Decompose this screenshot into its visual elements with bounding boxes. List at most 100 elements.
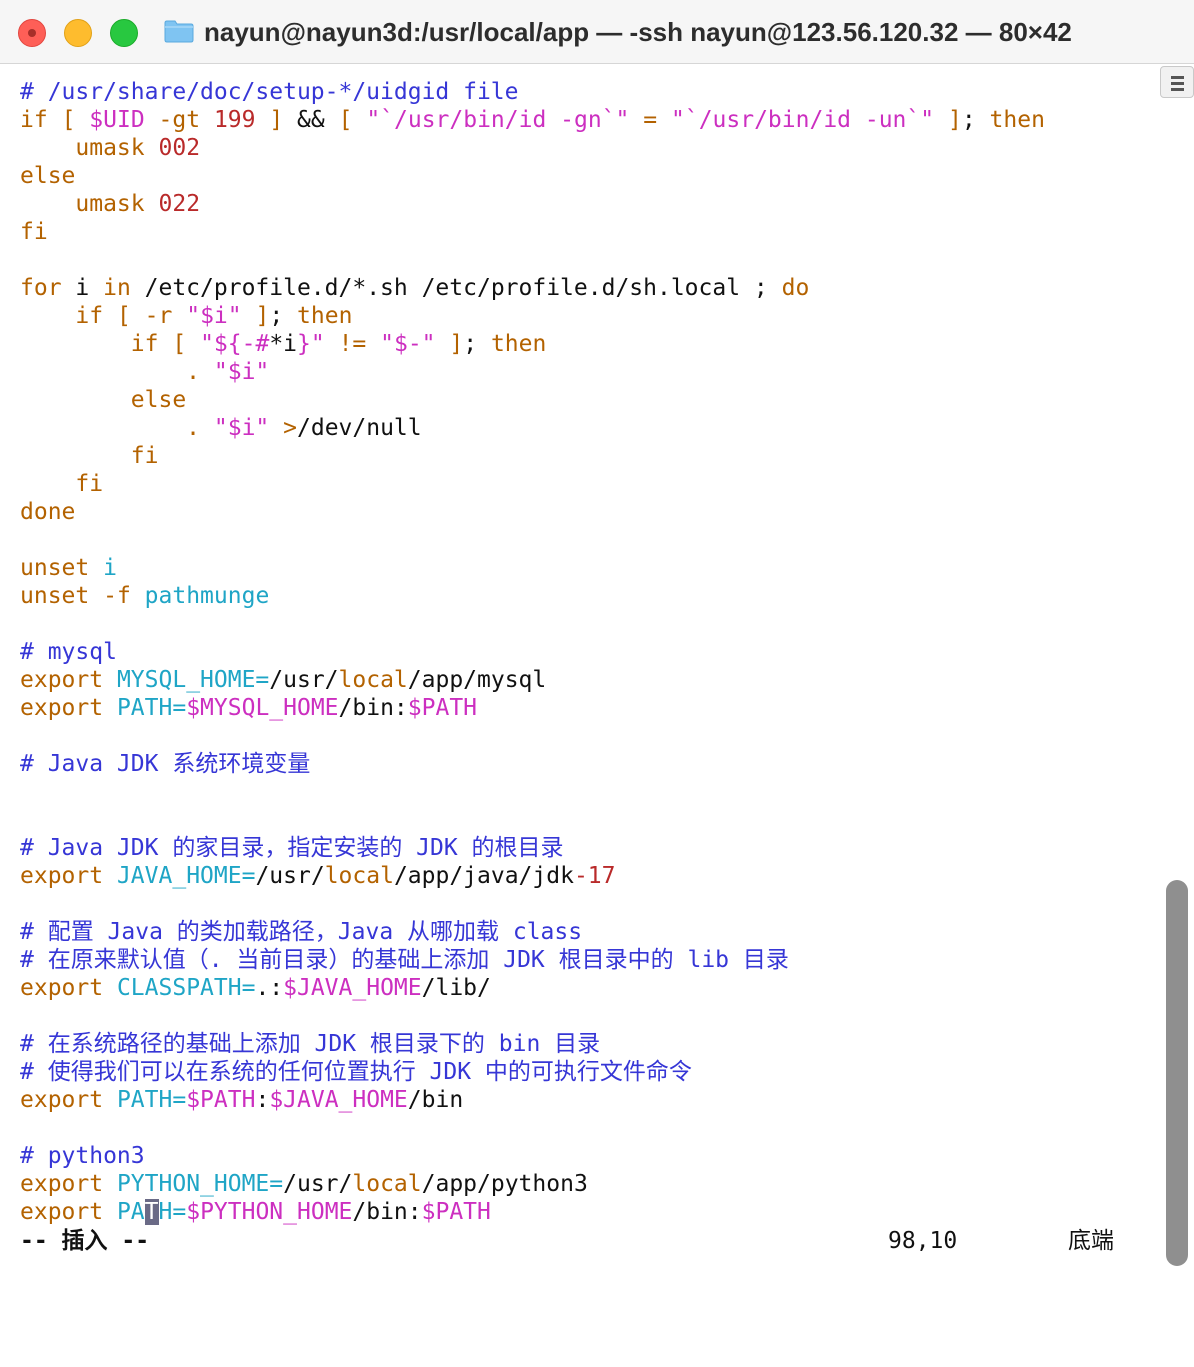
code-line[interactable] — [20, 610, 1150, 638]
code-token: MYSQL_HOME= — [116, 667, 270, 693]
code-line[interactable] — [20, 778, 1150, 806]
code-token: unset — [20, 583, 90, 609]
code-token: export — [20, 863, 104, 889]
code-line[interactable]: fi — [20, 218, 1150, 246]
code-line[interactable]: # python3 — [20, 1142, 1150, 1170]
code-token: $PATH — [421, 1199, 491, 1225]
code-token: = — [643, 107, 658, 133]
code-line[interactable]: # /usr/share/doc/setup-*/uidgid file — [20, 78, 1150, 106]
code-token: if — [130, 331, 159, 357]
code-line[interactable]: export PYTHON_HOME=/usr/local/app/python… — [20, 1170, 1150, 1198]
code-line[interactable]: . "$i" — [20, 358, 1150, 386]
vim-mode-indicator: -- 插入 -- — [20, 1228, 150, 1254]
code-token: JAVA_HOME= — [116, 863, 256, 889]
code-token: export — [20, 1171, 104, 1197]
code-line[interactable]: if [ -r "$i" ]; then — [20, 302, 1150, 330]
code-line[interactable]: export JAVA_HOME=/usr/local/app/java/jdk… — [20, 862, 1150, 890]
code-line[interactable]: fi — [20, 442, 1150, 470]
code-line[interactable]: export PATH=$PATH:$JAVA_HOME/bin — [20, 1086, 1150, 1114]
code-token: 022 — [158, 191, 201, 217]
code-token: if — [75, 303, 104, 329]
vim-buffer[interactable]: # /usr/share/doc/setup-*/uidgid file if [… — [20, 78, 1150, 1226]
code-line[interactable]: export PATH=$MYSQL_HOME/bin:$PATH — [20, 694, 1150, 722]
code-line[interactable]: for i in /etc/profile.d/*.sh /etc/profil… — [20, 274, 1150, 302]
code-token: i — [61, 275, 104, 301]
code-line[interactable]: umask 022 — [20, 190, 1150, 218]
code-token: export — [20, 1087, 104, 1113]
code-line[interactable]: # 在系统路径的基础上添加 JDK 根目录下的 bin 目录 — [20, 1030, 1150, 1058]
minimize-window-button[interactable] — [64, 19, 92, 47]
code-token: != — [338, 331, 367, 357]
code-line[interactable]: # 配置 Java 的类加载路径，Java 从哪加载 class — [20, 918, 1150, 946]
code-token: ] — [947, 107, 962, 133]
code-token: $JAVA_HOME — [269, 1087, 408, 1113]
code-token: .: — [255, 975, 284, 1001]
code-token: /app/python3 — [421, 1171, 588, 1197]
code-line[interactable]: fi — [20, 470, 1150, 498]
code-line[interactable] — [20, 806, 1150, 834]
code-line[interactable]: # Java JDK 的家目录，指定安装的 JDK 的根目录 — [20, 834, 1150, 862]
code-token: /usr/ — [269, 667, 339, 693]
code-line[interactable]: # mysql — [20, 638, 1150, 666]
code-token: ; — [463, 331, 491, 357]
code-line[interactable]: # 使得我们可以在系统的任何位置执行 JDK 中的可执行文件命令 — [20, 1058, 1150, 1086]
code-line[interactable]: export CLASSPATH=.:$JAVA_HOME/lib/ — [20, 974, 1150, 1002]
code-token: PYTHON_HOME= — [116, 1171, 284, 1197]
code-line[interactable] — [20, 1114, 1150, 1142]
scrollbar-menu-button[interactable] — [1160, 66, 1194, 98]
code-token: then — [490, 331, 547, 357]
code-token: # /usr/share/doc/setup-*/uidgid file — [20, 79, 519, 105]
code-line[interactable]: else — [20, 386, 1150, 414]
code-token: pathmunge — [144, 583, 270, 609]
code-token: -gt — [158, 107, 201, 133]
code-token: fi — [75, 471, 104, 497]
code-line[interactable]: if [ "${-#*i}" != "$-" ]; then — [20, 330, 1150, 358]
code-token: > — [283, 415, 297, 441]
zoom-window-button[interactable] — [110, 19, 138, 47]
code-token: else — [20, 163, 76, 189]
code-line[interactable]: done — [20, 498, 1150, 526]
code-line[interactable]: umask 002 — [20, 134, 1150, 162]
code-line[interactable] — [20, 890, 1150, 918]
window-titlebar[interactable]: nayun@nayun3d:/usr/local/app — -ssh nayu… — [0, 0, 1194, 64]
code-token: PA — [116, 1199, 145, 1225]
code-token: /bin: — [352, 1199, 422, 1225]
code-line[interactable]: unset -f pathmunge — [20, 582, 1150, 610]
code-token: # 在系统路径的基础上添加 JDK 根目录下的 bin 目录 — [20, 1031, 601, 1057]
code-line[interactable]: . "$i" >/dev/null — [20, 414, 1150, 442]
code-line[interactable]: else — [20, 162, 1150, 190]
code-line[interactable]: # 在原来默认值（. 当前目录）的基础上添加 JDK 根目录中的 lib 目录 — [20, 946, 1150, 974]
code-token: PATH= — [116, 1087, 187, 1113]
code-line[interactable]: if [ $UID -gt 199 ] && [ "`/usr/bin/id -… — [20, 106, 1150, 134]
code-line[interactable] — [20, 246, 1150, 274]
code-line[interactable] — [20, 526, 1150, 554]
code-line[interactable]: unset i — [20, 554, 1150, 582]
code-token: done — [20, 499, 76, 525]
code-line[interactable]: export PATH=$PYTHON_HOME/bin:$PATH — [20, 1198, 1150, 1226]
close-window-button[interactable] — [18, 19, 46, 47]
code-line[interactable] — [20, 722, 1150, 750]
code-line[interactable]: # Java JDK 系统环境变量 — [20, 750, 1150, 778]
code-line[interactable]: export MYSQL_HOME=/usr/local/app/mysql — [20, 666, 1150, 694]
code-token: -f — [103, 583, 131, 609]
terminal-area[interactable]: # /usr/share/doc/setup-*/uidgid file if [… — [0, 64, 1194, 1274]
code-line[interactable] — [20, 1002, 1150, 1030]
code-token: $UID — [89, 107, 145, 133]
code-token: [ — [172, 331, 187, 357]
scrollbar-thumb[interactable] — [1166, 880, 1188, 1266]
